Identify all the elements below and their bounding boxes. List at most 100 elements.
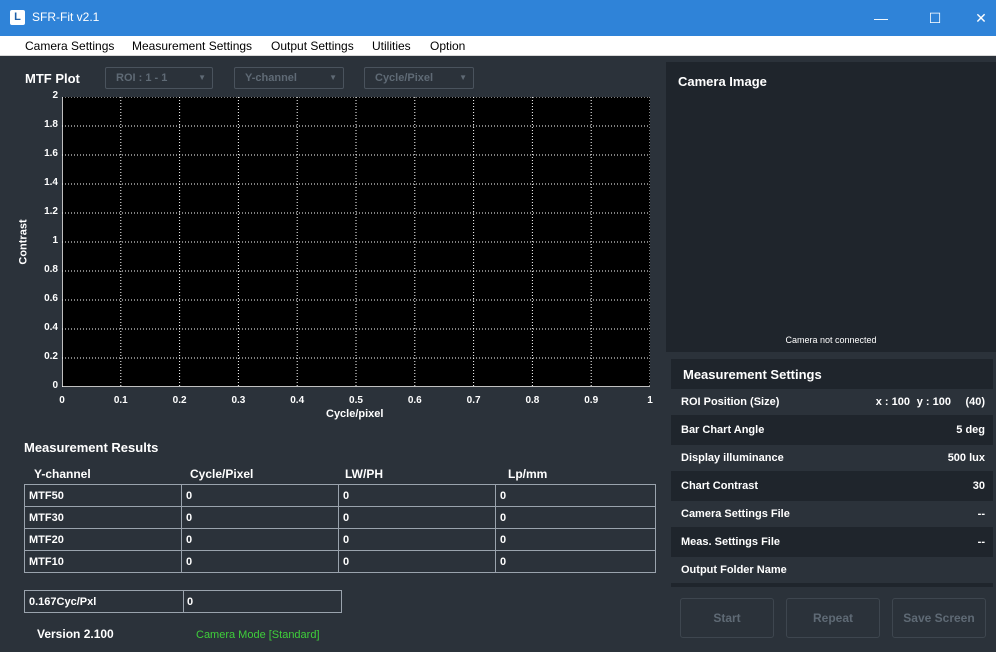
roi-size-value: (40) <box>965 396 985 408</box>
divider <box>183 591 184 612</box>
close-button[interactable]: ✕ <box>958 0 996 36</box>
setting-value: 5 deg <box>956 424 985 436</box>
cyc-pxl-box: 0.167Cyc/Pxl 0 <box>24 590 342 613</box>
y-tick-label: 1.4 <box>44 177 58 188</box>
results-title: Measurement Results <box>24 440 159 455</box>
y-tick-label: 0.8 <box>44 264 58 275</box>
table-cell: 0 <box>495 506 656 529</box>
setting-key: Bar Chart Angle <box>681 424 765 436</box>
mtf-plot-grid <box>61 96 651 388</box>
table-cell: 0 <box>338 506 496 529</box>
y-tick-label: 1.2 <box>44 206 58 217</box>
results-table: MTF50 0 0 0 MTF30 0 0 0 MTF20 0 0 0 MTF1… <box>24 484 656 573</box>
x-axis-label: Cycle/pixel <box>326 408 384 420</box>
x-tick-label: 0.5 <box>349 395 363 406</box>
table-cell: MTF10 <box>24 550 182 573</box>
setting-camera-settings-file: Camera Settings File -- <box>671 501 993 527</box>
chevron-down-icon: ▼ <box>329 73 337 82</box>
x-tick-label: 0.1 <box>113 395 128 406</box>
col-header-lp-mm: Lp/mm <box>508 467 548 481</box>
x-tick-label: 0.4 <box>290 395 305 406</box>
y-tick-label: 1.8 <box>44 119 58 130</box>
app-window: L SFR-Fit v2.1 — ☐ ✕ Camera Settings Mea… <box>0 0 996 652</box>
setting-key: ROI Position (Size) <box>681 396 780 408</box>
camera-status-text: Camera not connected <box>785 335 877 345</box>
table-cell: 0 <box>181 528 339 551</box>
window-title: SFR-Fit v2.1 <box>32 10 100 24</box>
table-cell: 0 <box>495 484 656 507</box>
cyc-pxl-label: 0.167Cyc/Pxl <box>29 596 97 608</box>
unit-select-value: Cycle/Pixel <box>375 72 434 84</box>
setting-key: Display illuminance <box>681 452 784 464</box>
table-cell: 0 <box>181 506 339 529</box>
table-cell: 0 <box>338 528 496 551</box>
camera-image-panel: Camera Image Camera not connected <box>666 62 996 352</box>
setting-bar-chart-angle: Bar Chart Angle 5 deg <box>671 417 993 443</box>
x-tick-label: 0.2 <box>172 395 187 406</box>
camera-image-title: Camera Image <box>678 74 767 89</box>
maximize-button[interactable]: ☐ <box>912 0 958 36</box>
table-cell: MTF30 <box>24 506 182 529</box>
roi-y-value: y : 100 <box>916 396 951 408</box>
x-tick-label: 0.6 <box>407 395 422 406</box>
channel-select[interactable]: Y-channel ▼ <box>234 67 344 89</box>
mtf-plot-title: MTF Plot <box>25 71 80 86</box>
menu-camera-settings[interactable]: Camera Settings <box>25 39 114 53</box>
y-tick-label: 0.6 <box>44 293 58 304</box>
version-label: Version 2.100 <box>37 627 114 641</box>
settings-title: Measurement Settings <box>683 367 822 382</box>
table-cell: 0 <box>181 484 339 507</box>
minimize-button[interactable]: — <box>858 0 904 36</box>
app-logo-icon: L <box>10 10 25 25</box>
y-tick-label: 0 <box>52 380 58 391</box>
roi-select-value: ROI : 1 - 1 <box>116 72 168 84</box>
y-tick-label: 0.4 <box>44 322 58 333</box>
setting-meas-settings-file: Meas. Settings File -- <box>671 529 993 555</box>
table-cell: 0 <box>338 550 496 573</box>
title-bar: L SFR-Fit v2.1 — ☐ ✕ <box>0 0 996 36</box>
menu-option[interactable]: Option <box>430 39 465 53</box>
col-header-cycle-pixel: Cycle/Pixel <box>190 467 254 481</box>
channel-select-value: Y-channel <box>245 72 297 84</box>
y-tick-label: 1 <box>52 235 58 246</box>
setting-value: -- <box>977 536 985 548</box>
table-cell: 0 <box>181 550 339 573</box>
x-tick-label: 0.9 <box>584 395 599 406</box>
col-header-channel: Y-channel <box>34 467 91 481</box>
setting-display-illuminance: Display illuminance 500 lux <box>671 445 993 471</box>
setting-value: -- <box>977 508 985 520</box>
setting-roi-position: ROI Position (Size) x : 100 y : 100 (40) <box>671 389 993 415</box>
setting-key: Meas. Settings File <box>681 536 781 548</box>
y-axis-label: Contrast <box>17 219 30 265</box>
repeat-button[interactable]: Repeat <box>786 598 880 638</box>
table-row: MTF20 0 0 0 <box>24 528 656 551</box>
table-cell: MTF50 <box>24 484 182 507</box>
roi-select[interactable]: ROI : 1 - 1 ▼ <box>105 67 213 89</box>
menu-utilities[interactable]: Utilities <box>372 39 411 53</box>
camera-mode-status: Camera Mode [Standard] <box>196 629 320 641</box>
menu-measurement-settings[interactable]: Measurement Settings <box>132 39 252 53</box>
x-tick-label: 0 <box>59 395 65 406</box>
menu-output-settings[interactable]: Output Settings <box>271 39 354 53</box>
setting-key: Chart Contrast <box>681 480 759 492</box>
menu-bar: Camera Settings Measurement Settings Out… <box>0 36 996 56</box>
setting-key: Camera Settings File <box>681 508 790 520</box>
chevron-down-icon: ▼ <box>459 73 467 82</box>
x-tick-label: 1 <box>647 395 653 406</box>
chevron-down-icon: ▼ <box>198 73 206 82</box>
setting-key: Output Folder Name <box>681 564 787 576</box>
unit-select[interactable]: Cycle/Pixel ▼ <box>364 67 474 89</box>
cyc-pxl-value: 0 <box>187 596 194 608</box>
start-button[interactable]: Start <box>680 598 774 638</box>
setting-chart-contrast: Chart Contrast 30 <box>671 473 993 499</box>
table-row: MTF10 0 0 0 <box>24 550 656 573</box>
y-tick-label: 0.2 <box>44 351 58 362</box>
col-header-lw-ph: LW/PH <box>345 467 383 481</box>
y-tick-label: 2 <box>52 90 58 101</box>
x-tick-label: 0.8 <box>525 395 540 406</box>
setting-value: 30 <box>972 480 985 492</box>
table-row: MTF50 0 0 0 <box>24 484 656 507</box>
setting-output-folder-name: Output Folder Name <box>671 557 993 583</box>
y-tick-label: 1.6 <box>44 148 58 159</box>
save-screen-button[interactable]: Save Screen <box>892 598 986 638</box>
